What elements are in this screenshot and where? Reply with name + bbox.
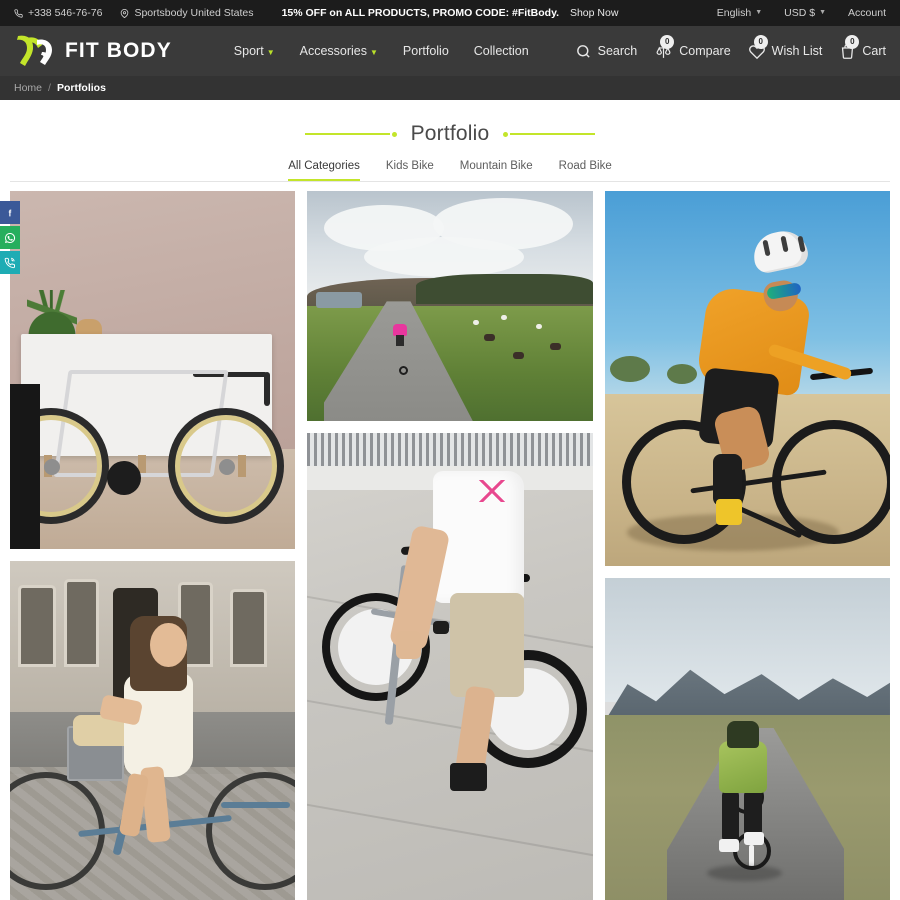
breadcrumb-separator: / <box>48 82 51 94</box>
title-decoration-left <box>304 131 397 137</box>
whatsapp-icon <box>5 232 16 243</box>
bag-icon: 0 <box>839 34 860 60</box>
language-label: English <box>716 7 752 19</box>
site-header: FIT BODY Sport ▼ Accessories ▼ Portfolio… <box>0 26 900 76</box>
heart-icon: 0 <box>748 34 768 60</box>
cart-badge: 0 <box>845 34 860 49</box>
bike-photo-indoor-silver-road-bike <box>10 191 296 549</box>
title-decoration-right <box>503 131 596 137</box>
nav-item-collection[interactable]: Collection <box>474 44 529 58</box>
portfolio-item[interactable]: Cyclist in green jersey on mountain road <box>604 578 890 900</box>
account-label: Account <box>848 7 886 19</box>
wishlist-label: Wish List <box>771 44 823 58</box>
chevron-down-icon: ▼ <box>819 8 827 16</box>
page-title-row: Portfolio <box>0 122 900 146</box>
nav-label: Collection <box>473 44 529 58</box>
breadcrumb: Home / Portfolios <box>0 76 900 100</box>
search-label: Search <box>597 44 638 58</box>
filter-kids-bike[interactable]: Kids Bike <box>386 160 434 181</box>
breadcrumb-home[interactable]: Home <box>14 82 42 94</box>
chevron-down-icon: ▼ <box>370 47 378 57</box>
location-label: Sportsbody United States <box>134 7 254 19</box>
language-selector[interactable]: English ▼ <box>717 7 762 19</box>
page-title: Portfolio <box>410 122 490 145</box>
compare-icon: 0 <box>654 34 675 60</box>
chevron-down-icon: ▼ <box>755 8 763 16</box>
currency-selector[interactable]: USD $ ▼ <box>784 7 826 19</box>
search-icon <box>575 43 592 60</box>
flexing-arm-icon <box>14 32 56 70</box>
filter-label: Road Bike <box>558 160 612 172</box>
wishlist-badge: 0 <box>753 34 768 49</box>
portfolio-item[interactable]: Cyclist in pink jersey riding on country… <box>307 191 593 421</box>
breadcrumb-current: Portfolios <box>56 82 106 94</box>
bike-photo-mountain-road-cyclist <box>604 578 890 900</box>
compare-badge: 0 <box>660 34 675 49</box>
nav-label: Portfolio <box>402 44 449 58</box>
filter-label: Mountain Bike <box>459 160 533 172</box>
portfolio-gallery: Silver road bike leaning against white c… <box>0 191 900 900</box>
nav-item-sport[interactable]: Sport ▼ <box>234 44 275 58</box>
phone-link[interactable]: +338 546-76-76 <box>14 7 102 19</box>
nav-item-accessories[interactable]: Accessories ▼ <box>300 44 378 58</box>
phone-call-icon <box>4 257 15 268</box>
social-share-rail <box>0 201 20 274</box>
compare-label: Compare <box>679 44 731 58</box>
header-actions: Search 0 Compare 0 Wish List 0 Cart <box>575 34 886 60</box>
cart-label: Cart <box>862 44 886 58</box>
filter-road-bike[interactable]: Road Bike <box>559 160 612 181</box>
shop-now-link[interactable]: Shop Now <box>570 7 618 19</box>
viber-call-button[interactable] <box>0 251 20 274</box>
gallery-column-3: Pro cyclist in orange kit racing on dese… <box>604 191 890 900</box>
whatsapp-share-button[interactable] <box>0 226 20 249</box>
gallery-column-2: Cyclist in pink jersey riding on country… <box>307 191 593 900</box>
bike-photo-man-track-bike <box>307 433 593 900</box>
portfolio-item[interactable]: Man on grey track bike riding on concret… <box>307 433 593 900</box>
phone-icon <box>14 8 23 18</box>
brand-name: FIT BODY <box>65 39 172 62</box>
nav-label: Accessories <box>299 44 367 58</box>
location-link[interactable]: Sportsbody United States <box>120 7 254 19</box>
filter-mountain-bike[interactable]: Mountain Bike <box>460 160 533 181</box>
bike-photo-woman-city-bike <box>10 561 296 900</box>
filter-label: Kids Bike <box>385 160 434 172</box>
top-bar-left: +338 546-76-76 Sportsbody United States <box>14 7 254 19</box>
map-pin-icon <box>120 8 129 18</box>
promo-text: 15% OFF on ALL PRODUCTS, PROMO CODE: #Fi… <box>281 7 560 19</box>
portfolio-item[interactable]: Silver road bike leaning against white c… <box>10 191 296 549</box>
filter-label: All Categories <box>288 160 360 172</box>
phone-number: +338 546-76-76 <box>28 7 103 19</box>
search-button[interactable]: Search <box>575 43 638 60</box>
gallery-column-1: Silver road bike leaning against white c… <box>10 191 296 900</box>
logo[interactable]: FIT BODY <box>14 32 172 70</box>
top-bar: +338 546-76-76 Sportsbody United States … <box>0 0 900 26</box>
facebook-share-button[interactable] <box>0 201 20 224</box>
top-bar-right: English ▼ USD $ ▼ Account <box>717 7 886 19</box>
category-filters: All Categories Kids Bike Mountain Bike R… <box>0 160 900 181</box>
portfolio-item[interactable]: Woman in white dress riding blue city bi… <box>10 561 296 900</box>
facebook-icon <box>8 209 12 216</box>
filter-all-categories[interactable]: All Categories <box>288 160 360 181</box>
bike-photo-countryside-road <box>307 191 593 421</box>
main-navigation: Sport ▼ Accessories ▼ Portfolio Collecti… <box>234 44 529 58</box>
nav-item-portfolio[interactable]: Portfolio <box>403 44 449 58</box>
bike-photo-pro-cyclist-desert <box>604 191 890 566</box>
filters-divider <box>10 181 890 182</box>
currency-label: USD $ <box>784 7 816 19</box>
cart-button[interactable]: 0 Cart <box>839 34 886 60</box>
nav-label: Sport <box>233 44 264 58</box>
portfolio-item[interactable]: Pro cyclist in orange kit racing on dese… <box>604 191 890 566</box>
wishlist-button[interactable]: 0 Wish List <box>748 34 823 60</box>
compare-button[interactable]: 0 Compare <box>654 34 731 60</box>
account-link[interactable]: Account <box>848 7 886 19</box>
chevron-down-icon: ▼ <box>266 47 275 57</box>
